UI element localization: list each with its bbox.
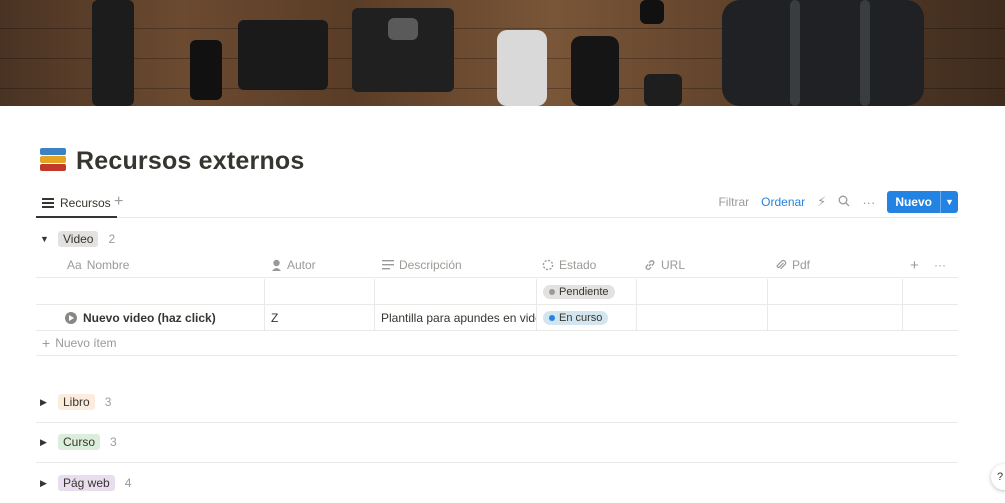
cell-pdf[interactable]	[767, 279, 902, 305]
group-count: 3	[110, 435, 117, 449]
group-label: Pág web	[58, 475, 115, 491]
status-dot-icon	[549, 289, 555, 295]
toggle-right-icon[interactable]: ▶	[40, 397, 50, 408]
group-label: Video	[58, 231, 99, 247]
divider	[36, 422, 958, 423]
group-count: 2	[108, 232, 116, 246]
group-header-curso[interactable]: ▶ Curso 3	[40, 434, 117, 450]
group-count: 3	[104, 395, 112, 409]
status-badge: Pendiente	[543, 285, 615, 299]
add-view-icon[interactable]: +	[114, 193, 123, 211]
group-header-video[interactable]: ▼ Video 2	[40, 231, 115, 247]
more-icon[interactable]: ···	[934, 252, 946, 278]
paperclip-icon	[776, 260, 787, 270]
cell-descripcion[interactable]: Plantilla para apundes en video	[374, 305, 536, 331]
toolbar: Filtrar Ordenar ⚡ ··· Nuevo ▼	[718, 191, 958, 213]
cell-pdf[interactable]	[767, 305, 902, 331]
column-header-nombre[interactable]: Aa Nombre	[67, 252, 129, 278]
view-bar: Recursos + Filtrar Ordenar ⚡ ··· Nuevo ▼	[36, 190, 958, 218]
toggle-right-icon[interactable]: ▶	[40, 478, 50, 489]
lines-icon	[382, 260, 394, 270]
more-icon[interactable]: ···	[862, 195, 875, 210]
toggle-right-icon[interactable]: ▶	[40, 437, 50, 448]
tab-recursos[interactable]: Recursos	[36, 190, 117, 218]
divider	[36, 355, 958, 356]
plus-icon: +	[42, 335, 51, 351]
cell-estado[interactable]: Pendiente	[536, 279, 636, 305]
books-icon[interactable]	[38, 146, 68, 176]
group-label: Curso	[58, 434, 101, 450]
cover-image	[0, 0, 1005, 106]
status-badge: En curso	[543, 311, 609, 325]
cell-autor[interactable]	[264, 279, 374, 305]
sort-button[interactable]: Ordenar	[761, 195, 805, 209]
new-item-button[interactable]: + Nuevo ítem	[42, 331, 117, 355]
person-icon	[272, 259, 281, 271]
column-header-autor[interactable]: Autor	[271, 252, 316, 278]
new-button-label: Nuevo	[895, 195, 932, 209]
tab-label: Recursos	[60, 196, 111, 210]
link-icon	[645, 260, 655, 270]
table-row[interactable]: Pendiente	[36, 279, 958, 305]
column-header-url[interactable]: URL	[644, 252, 685, 278]
cell-autor[interactable]: Z	[264, 305, 374, 331]
divider	[36, 462, 958, 463]
cell-nombre[interactable]	[58, 279, 264, 305]
page-title[interactable]: Recursos externos	[76, 147, 305, 176]
column-header-pdf[interactable]: Pdf	[775, 252, 810, 278]
table-header: Aa Nombre Autor Descripción Estado URL P…	[36, 252, 958, 278]
status-icon	[542, 259, 554, 271]
add-column-icon[interactable]: +	[910, 252, 919, 278]
help-button[interactable]: ?	[991, 464, 1005, 490]
toggle-down-icon[interactable]: ▼	[40, 234, 50, 244]
column-header-descripcion[interactable]: Descripción	[382, 252, 462, 278]
cell-nombre[interactable]: Nuevo video (haz click)	[58, 305, 264, 331]
cell-url[interactable]	[636, 305, 767, 331]
text-icon: Aa	[67, 258, 82, 272]
cell-descripcion[interactable]	[374, 279, 536, 305]
play-icon	[65, 312, 77, 324]
page-header: Recursos externos	[38, 146, 305, 176]
cell-url[interactable]	[636, 279, 767, 305]
table-row[interactable]: Nuevo video (haz click) Z Plantilla para…	[36, 305, 958, 331]
new-button[interactable]: Nuevo ▼	[887, 191, 958, 213]
filter-button[interactable]: Filtrar	[718, 195, 749, 209]
lightning-icon[interactable]: ⚡	[817, 194, 826, 210]
search-icon[interactable]	[838, 195, 850, 210]
cell-estado[interactable]: En curso	[536, 305, 636, 331]
chevron-down-icon[interactable]: ▼	[940, 191, 958, 213]
group-header-libro[interactable]: ▶ Libro 3	[40, 394, 111, 410]
group-header-pag-web[interactable]: ▶ Pág web 4	[40, 475, 131, 491]
column-header-estado[interactable]: Estado	[542, 252, 596, 278]
status-dot-icon	[549, 315, 555, 321]
group-count: 4	[124, 476, 132, 490]
group-label: Libro	[58, 394, 95, 410]
list-icon	[42, 198, 54, 208]
